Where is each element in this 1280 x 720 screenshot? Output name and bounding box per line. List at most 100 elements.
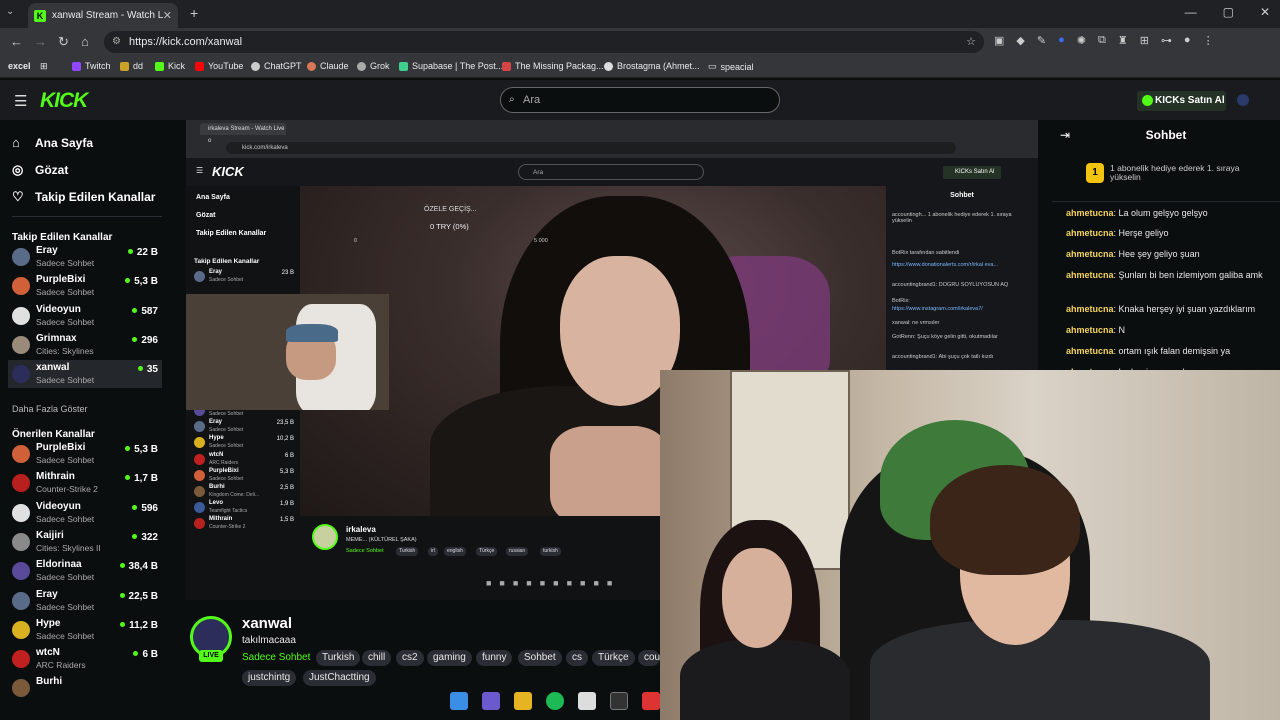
bookmark-star-icon[interactable]: ☆	[966, 31, 976, 53]
bookmark-grok[interactable]: Grok	[357, 61, 390, 71]
tag-chip[interactable]: cs	[566, 650, 588, 666]
extension-icon[interactable]: ♜	[1118, 34, 1128, 47]
url-input[interactable]: ⚙ https://kick.com/xanwal ☆	[104, 31, 984, 53]
app-icon[interactable]	[642, 692, 660, 710]
bookmark-chatgpt[interactable]: ChatGPT	[251, 61, 302, 71]
tag-chip[interactable]: Türkçe	[592, 650, 635, 666]
tag-chip[interactable]: justchintg	[242, 670, 297, 686]
sidebar-nav-home[interactable]: ⌂ Ana Sayfa	[12, 135, 93, 150]
tag-chip[interactable]: chill	[362, 650, 392, 666]
minimize-icon[interactable]: —	[1185, 5, 1197, 19]
bookmark-youtube[interactable]: YouTube	[195, 61, 243, 71]
sidebar-channel-purplebixi[interactable]: PurpleBixi Sadece Sohbet 5,3 B	[8, 272, 162, 300]
tag-chip[interactable]: gaming	[427, 650, 472, 666]
sidebar-channel-grimnax[interactable]: Grimnax Cities: Skylines 296	[8, 331, 162, 359]
chat-username[interactable]: ahmetucna	[1066, 346, 1114, 356]
sidebar-channel-wtcn[interactable]: wtcN ARC Raiders 6 B	[8, 645, 162, 673]
browser-tab[interactable]: K xanwal Stream - Watch Live on ✕	[28, 3, 178, 28]
bookmark-github[interactable]: Brostagma (Ahmet...	[604, 61, 700, 71]
kick-logo[interactable]: KICK	[40, 89, 88, 113]
menu-kebab-icon[interactable]: ⋮	[1203, 34, 1214, 47]
back-icon[interactable]: ←	[10, 34, 23, 49]
chat-username[interactable]: ahmetucna	[1066, 228, 1114, 238]
terminal-icon[interactable]	[610, 692, 628, 710]
tag-chip[interactable]: cs2	[396, 650, 424, 666]
windows-start-icon[interactable]	[450, 692, 468, 710]
sidebar-channel-eldorinaa[interactable]: Eldorinaa Sadece Sohbet 38,4 B	[8, 557, 162, 585]
home-browser-icon[interactable]: ⌂	[81, 34, 89, 49]
tag-chip[interactable]: funny	[476, 650, 513, 666]
search-input[interactable]: ⌕ Ara	[500, 87, 780, 113]
inner-chat-title: Sohbet	[950, 192, 974, 199]
show-more-link[interactable]: Daha Fazla Göster	[12, 404, 88, 414]
sidebar-channel-eray[interactable]: Eray Sadece Sohbet 22 B	[8, 243, 162, 271]
bookmark-kick[interactable]: Kick	[155, 61, 185, 71]
viewer-count: 296	[132, 335, 158, 346]
inner-stream-category: Sadece Sohbet	[346, 548, 384, 554]
apps-grid-icon[interactable]: ⊞	[40, 61, 48, 72]
sidebar-channel-videoyun[interactable]: Videoyun Sadece Sohbet 596	[8, 499, 162, 527]
profile-icon[interactable]: ●	[1184, 34, 1191, 47]
extension-icon[interactable]: ◆	[1016, 34, 1024, 47]
chat-username[interactable]: ahmetucna	[1066, 325, 1114, 335]
bookmark-twitch[interactable]: Twitch	[72, 61, 111, 71]
tab-search-icon[interactable]: ⌄	[6, 6, 14, 17]
avatar	[194, 421, 205, 433]
bookmark-dd[interactable]: dd	[120, 61, 143, 71]
extension-icon[interactable]: ⊶	[1161, 34, 1172, 47]
bookmark-excel[interactable]: excel	[8, 61, 31, 71]
tag-chip[interactable]: Sohbet	[518, 650, 562, 666]
stream-category-link[interactable]: Sadece Sohbet	[242, 652, 310, 663]
sidebar-channel-mithrain[interactable]: Mithrain Counter-Strike 2 1,7 B	[8, 469, 162, 497]
inner-nav-browse: Gözat	[196, 212, 216, 219]
extension-icon[interactable]: ●	[1058, 34, 1065, 47]
sidebar-channel-eray[interactable]: Eray Sadece Sohbet 22,5 B	[8, 587, 162, 615]
dd-icon	[120, 61, 129, 71]
sidebar-nav-following[interactable]: ♡ Takip Edilen Kanallar	[12, 189, 155, 205]
bookmark-supabase[interactable]: Supabase | The Post...	[399, 61, 503, 71]
bookmark-missing-package[interactable]: The Missing Packag...	[502, 61, 604, 71]
channel-name[interactable]: xanwal	[242, 615, 292, 632]
chat-username[interactable]: ahmetucna	[1066, 249, 1114, 259]
buy-kicks-button[interactable]: KICKs Satın Al	[1137, 91, 1226, 111]
new-tab-icon[interactable]: +	[190, 5, 198, 21]
sidebar-nav-browse[interactable]: ◎ Gözat	[12, 162, 68, 178]
app-icon[interactable]	[578, 692, 596, 710]
extension-icon[interactable]: ▣	[994, 34, 1004, 47]
grid-icon[interactable]: ⊞	[1140, 34, 1149, 47]
forward-icon[interactable]: →	[34, 34, 47, 49]
maximize-icon[interactable]: ▢	[1223, 5, 1234, 19]
menu-hamburger-icon[interactable]: ☰	[14, 92, 27, 110]
sidebar-channel-purplebixi[interactable]: PurpleBixi Sadece Sohbet 5,3 B	[8, 440, 162, 468]
extension-icon[interactable]: ✺	[1077, 34, 1086, 47]
close-window-icon[interactable]: ✕	[1260, 5, 1270, 19]
inner-chat-line: BotRix:	[892, 298, 910, 304]
tag-chip[interactable]: Turkish	[316, 650, 361, 666]
pinned-gift-banner[interactable]: 1 1 abonelik hediye ederek 1. sıraya yük…	[1052, 150, 1280, 202]
site-info-icon[interactable]: ⚙	[112, 31, 121, 53]
tag-chip[interactable]: JustChactting	[303, 670, 376, 686]
bookmark-folder-speacial[interactable]: ▭ speacial	[708, 61, 754, 72]
sidebar-channel-xanwal[interactable]: xanwal Sadece Sohbet 35	[8, 360, 162, 389]
avatar	[194, 453, 205, 465]
tag-chip[interactable]: cou	[638, 650, 660, 666]
chat-username[interactable]: ahmetucna	[1066, 208, 1114, 218]
app-icon[interactable]	[482, 692, 500, 710]
puzzle-icon[interactable]: ⧉	[1098, 34, 1106, 47]
reload-icon[interactable]: ↻	[58, 34, 69, 50]
file-explorer-icon[interactable]	[514, 692, 532, 710]
sidebar-channel-burhi[interactable]: Burhi	[8, 674, 162, 702]
chat-username[interactable]: ahmetucna	[1066, 270, 1114, 280]
channel-category: Sadece Sohbet	[36, 375, 95, 386]
chat-text: N	[1118, 325, 1126, 335]
channel-name: Videoyun	[36, 500, 81, 512]
chat-username[interactable]: ahmetucna	[1066, 304, 1114, 314]
bookmark-claude[interactable]: Claude	[307, 61, 349, 71]
extension-icon[interactable]: ✎	[1037, 34, 1046, 47]
user-avatar[interactable]	[1237, 94, 1249, 106]
sidebar-channel-videoyun[interactable]: Videoyun Sadece Sohbet 587	[8, 302, 162, 330]
sidebar-channel-kaijiri[interactable]: Kaijiri Cities: Skylines II 322	[8, 528, 162, 556]
sidebar-channel-hype[interactable]: Hype Sadece Sohbet 11,2 B	[8, 616, 162, 644]
close-tab-icon[interactable]: ✕	[163, 9, 172, 22]
spotify-icon[interactable]	[546, 692, 564, 710]
